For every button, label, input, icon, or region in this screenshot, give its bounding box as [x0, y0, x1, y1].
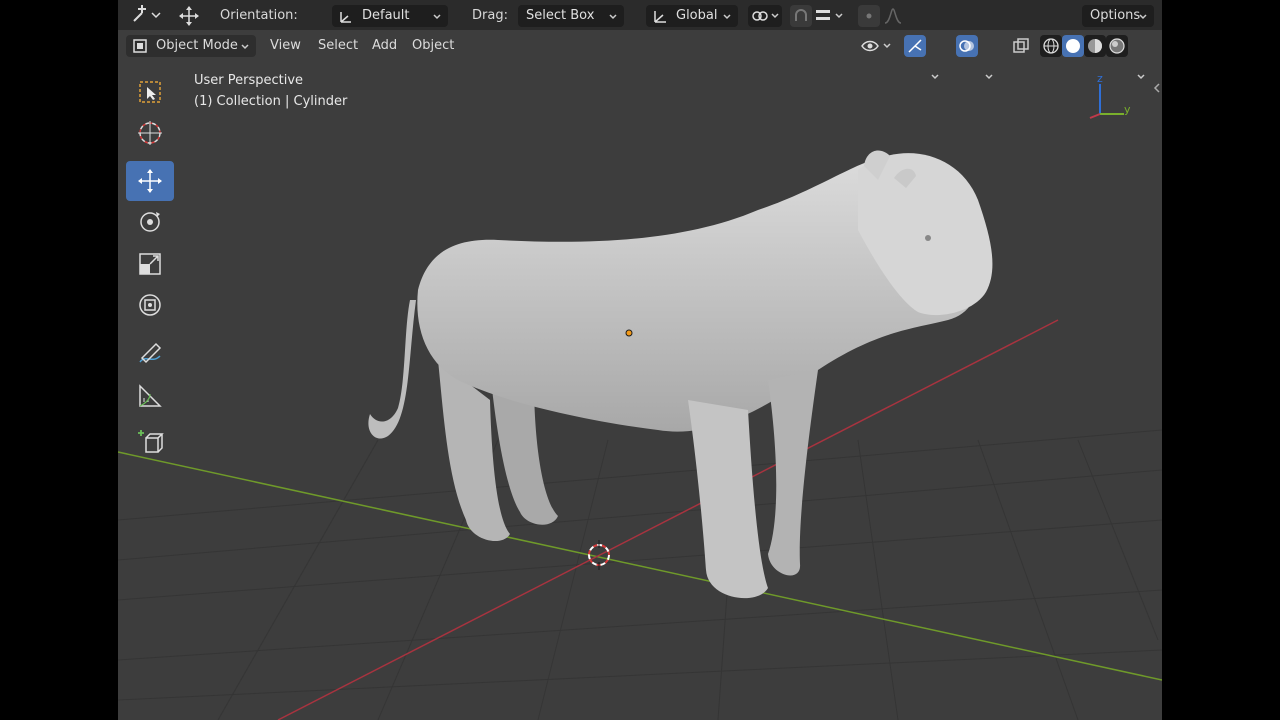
global-axis-icon [654, 11, 666, 23]
snap-increment-icon [816, 10, 843, 20]
tool-cursor[interactable] [126, 113, 174, 153]
blender-3d-viewport-window: Orientation: Default Drag: Select Box Gl… [118, 0, 1162, 720]
xray-toggle[interactable] [1010, 35, 1032, 57]
tool-add-cube[interactable] [126, 422, 174, 462]
annotate-pencil-icon [139, 342, 162, 364]
transform-orientation-dropdown[interactable]: Global [646, 5, 738, 27]
options-label: Options [1090, 8, 1141, 23]
tool-annotate[interactable] [126, 334, 174, 374]
material-sphere-icon [1088, 39, 1102, 53]
solid-sphere-icon [1066, 39, 1080, 53]
chevron-down-icon [1139, 14, 1147, 20]
proportional-dot-icon [866, 13, 872, 19]
move-tool-icon [179, 6, 199, 26]
tool-rotate[interactable] [126, 202, 174, 242]
transform-tool-icon-button[interactable] [128, 4, 162, 26]
chevron-down-icon [723, 14, 731, 20]
link-icon [752, 11, 779, 21]
cursor-icon [138, 121, 162, 145]
orientation-dropdown[interactable]: Default [332, 5, 448, 27]
axis-z-label: z [1097, 72, 1103, 85]
falloff-curve-icon [884, 8, 902, 24]
viewport-collection-label: (1) Collection | Cylinder [194, 94, 348, 109]
orientation-label: Orientation: [220, 8, 298, 23]
options-dropdown[interactable]: Options [1082, 5, 1154, 27]
3d-cursor[interactable] [584, 540, 614, 570]
tool-select-box[interactable] [126, 72, 174, 112]
transform-icon [133, 5, 161, 22]
view-menu[interactable]: View [262, 35, 309, 57]
visibility-dropdown[interactable] [860, 35, 896, 57]
gizmo-icon [908, 39, 922, 53]
chevron-down-icon [433, 14, 441, 20]
orientation-axis-icon [340, 12, 351, 23]
transform-tool-icon [139, 294, 161, 316]
tool-transform[interactable] [126, 285, 174, 325]
shading-rendered-button[interactable] [1106, 35, 1128, 57]
object-origin-dot [625, 329, 633, 337]
object-menu[interactable]: Object [404, 35, 462, 57]
navigation-axis-gizmo[interactable] [1082, 72, 1142, 124]
chevron-down-icon [241, 44, 249, 50]
mode-dropdown[interactable]: Object Mode [126, 35, 256, 57]
move-icon [138, 169, 162, 193]
pivot-point-button[interactable] [748, 5, 782, 27]
snap-toggle[interactable] [790, 5, 812, 27]
viewport-header: Object Mode View Select Add Object [118, 30, 1162, 80]
orientation-value: Default [362, 8, 410, 23]
scale-icon [139, 253, 161, 275]
tool-scale[interactable] [126, 244, 174, 284]
rendered-sphere-icon [1109, 38, 1125, 54]
drag-value: Select Box [526, 8, 595, 23]
gizmo-toggle[interactable] [904, 35, 926, 57]
shading-wireframe-button[interactable] [1040, 35, 1062, 57]
viewport-perspective-label: User Perspective [194, 73, 304, 88]
tool-settings-header: Orientation: Default Drag: Select Box Gl… [118, 0, 1162, 30]
sidebar-expand-arrow-icon[interactable] [1152, 82, 1162, 94]
tool-measure[interactable] [126, 376, 174, 416]
magnet-icon [795, 9, 807, 21]
rotate-icon [140, 212, 160, 232]
select-box-icon [139, 81, 161, 103]
mode-value: Object Mode [156, 38, 238, 53]
chevron-down-icon[interactable] [984, 72, 994, 82]
overlays-toggle[interactable] [956, 35, 978, 57]
add-cube-icon [138, 430, 164, 453]
shading-solid-button[interactable] [1062, 35, 1084, 57]
snap-options-button[interactable] [812, 5, 848, 27]
chevron-down-icon[interactable] [930, 72, 940, 82]
tool-move[interactable] [126, 161, 174, 201]
add-menu[interactable]: Add [364, 35, 405, 57]
object-mode-icon [133, 39, 147, 53]
wireframe-sphere-icon [1043, 38, 1059, 54]
axis-y-label: y [1124, 103, 1131, 116]
proportional-edit-toggle[interactable] [858, 5, 880, 27]
shading-material-button[interactable] [1084, 35, 1106, 57]
falloff-button[interactable] [882, 5, 904, 27]
chevron-down-icon [609, 14, 617, 20]
pivot-value: Global [676, 8, 718, 23]
drag-dropdown[interactable]: Select Box [518, 5, 624, 27]
measure-ruler-icon [139, 384, 162, 407]
xray-icon [1013, 38, 1029, 53]
select-menu[interactable]: Select [310, 35, 366, 57]
drag-label: Drag: [472, 8, 508, 23]
eye-icon [861, 40, 891, 52]
overlay-icon [959, 40, 974, 52]
